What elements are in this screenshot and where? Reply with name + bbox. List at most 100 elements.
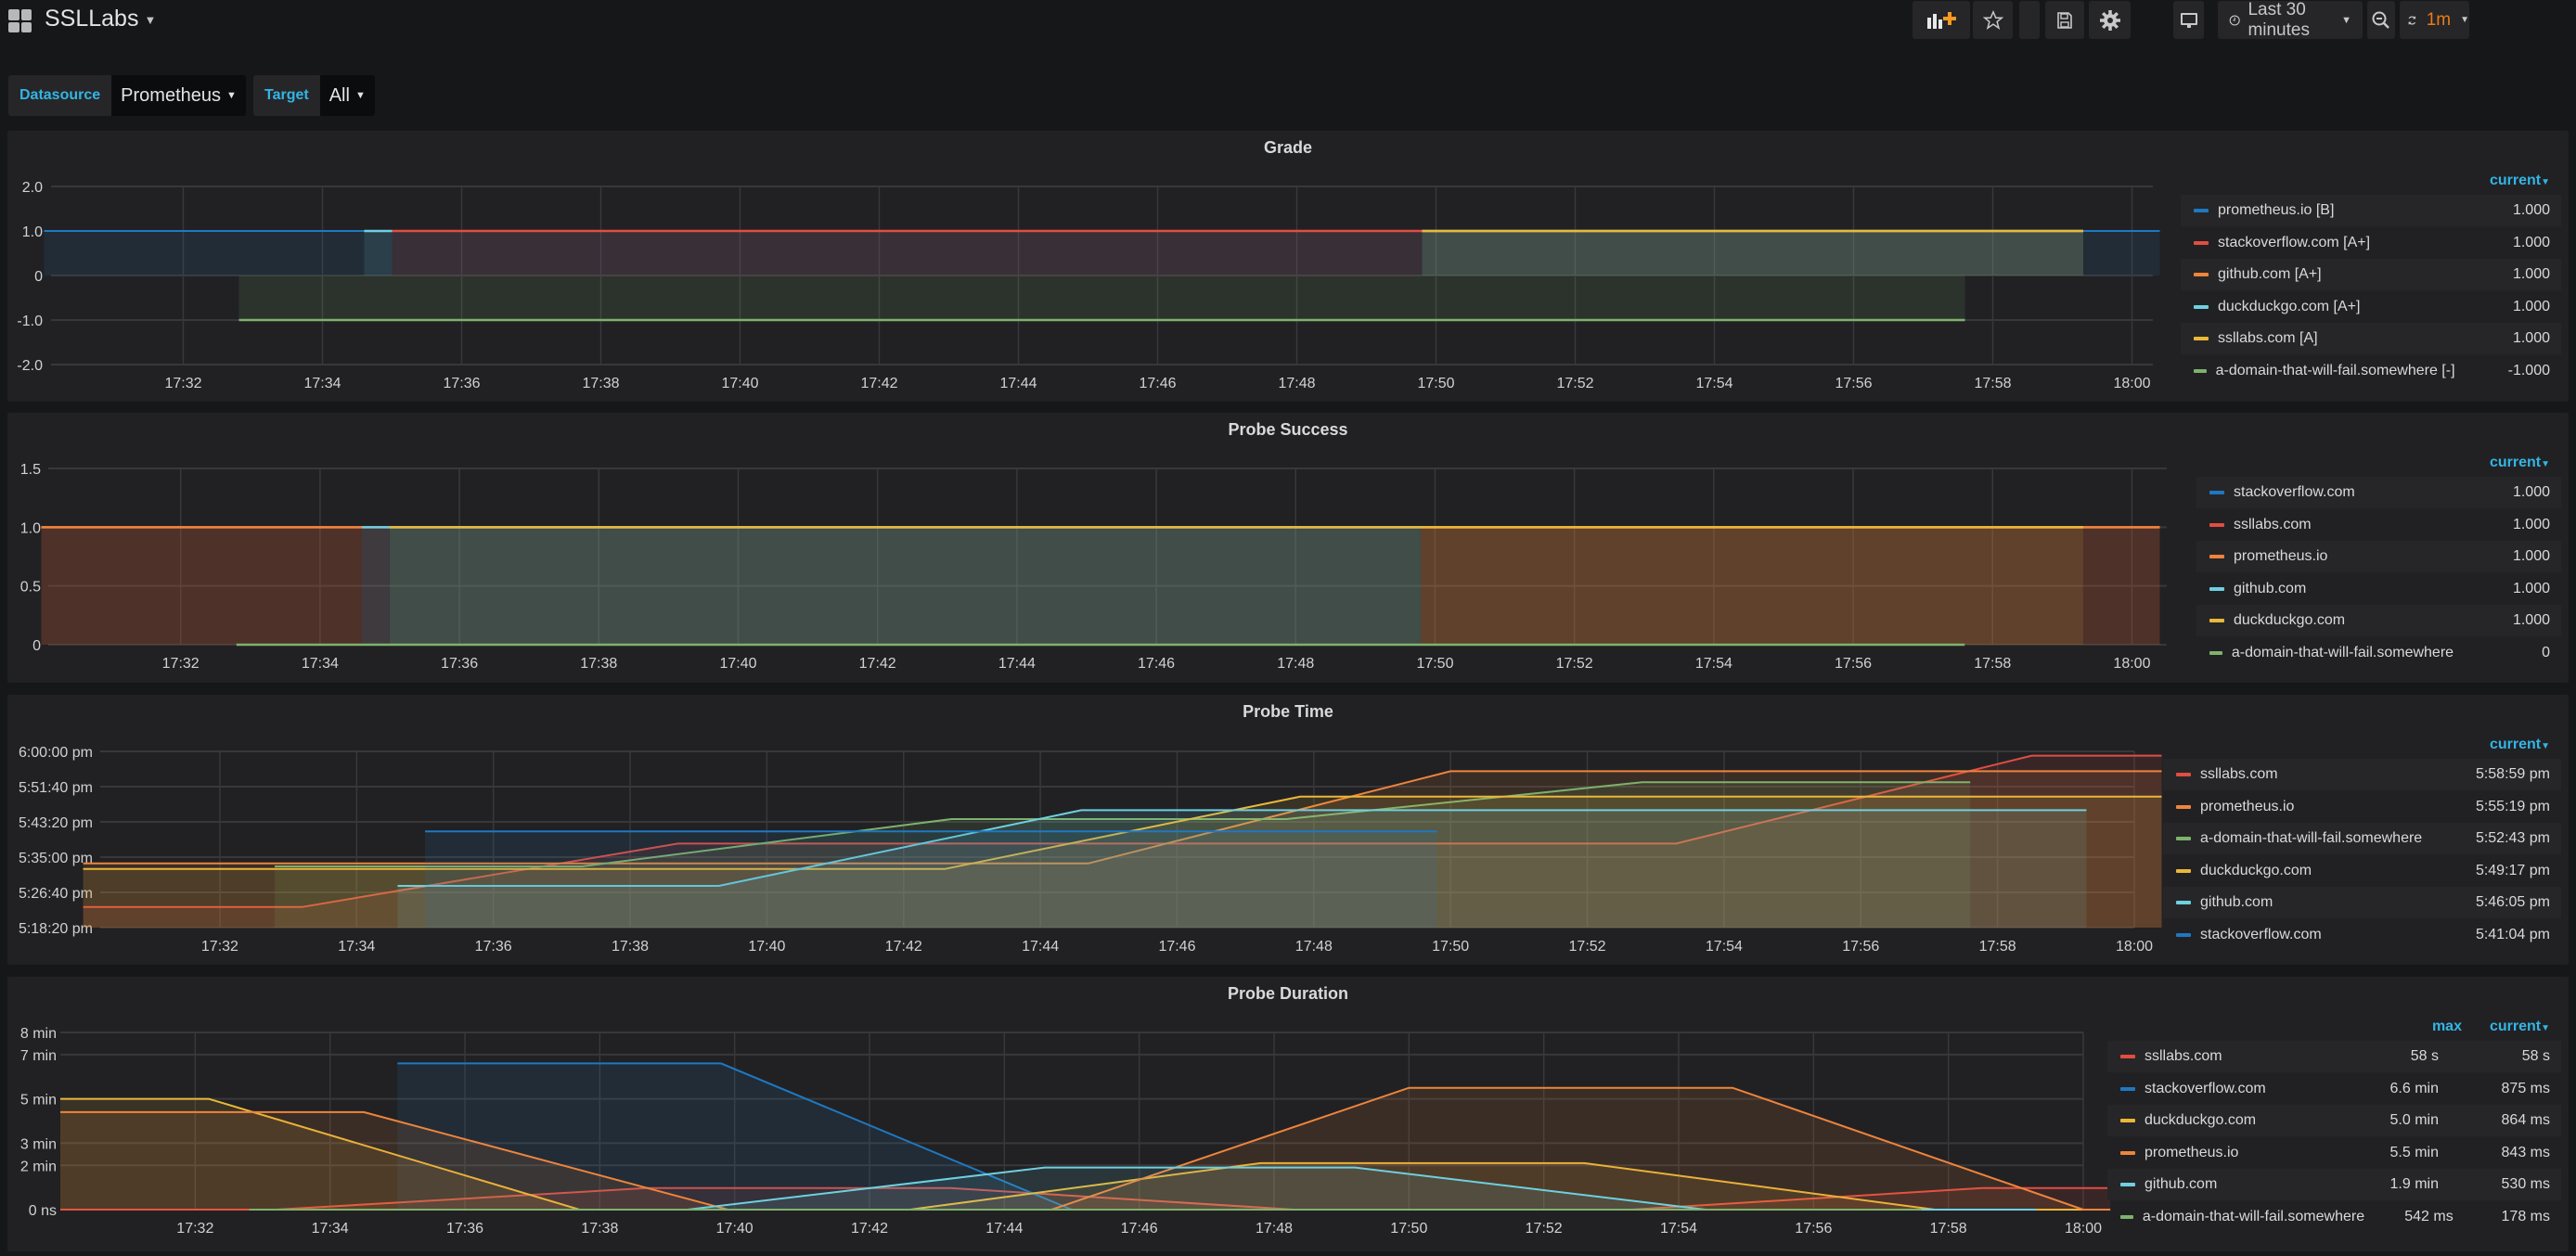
legend-sort-current[interactable]: current▼ xyxy=(2490,173,2550,189)
legend-item[interactable]: duckduckgo.com [A+] 1.000 xyxy=(2181,291,2561,323)
legend-item[interactable]: duckduckgo.com 5:49:17 pm xyxy=(2163,855,2561,887)
legend-color-swatch[interactable] xyxy=(2176,773,2191,776)
legend-color-swatch[interactable] xyxy=(2176,901,2191,904)
legend-series-name[interactable]: a-domain-that-will-fail.somewhere [-] xyxy=(2216,363,2455,379)
legend-sort-current[interactable]: current▼ xyxy=(2490,1019,2550,1035)
legend-color-swatch[interactable] xyxy=(2209,555,2224,558)
legend-item[interactable]: a-domain-that-will-fail.somewhere [-] -1.… xyxy=(2181,355,2561,387)
legend-color-swatch[interactable] xyxy=(2120,1119,2135,1122)
legend-item[interactable]: ssllabs.com [A] 1.000 xyxy=(2181,323,2561,354)
legend-series-name[interactable]: github.com [A+] xyxy=(2218,266,2439,283)
legend-series-name[interactable]: a-domain-that-will-fail.somewhere xyxy=(2232,645,2454,661)
legend-series-name[interactable]: a-domain-that-will-fail.somewhere xyxy=(2200,830,2439,847)
legend-color-swatch[interactable] xyxy=(2120,1183,2135,1186)
legend: max current▼ ssllabs.com 58 s 58 s stackoverf… xyxy=(2107,1019,2561,1243)
share-button[interactable] xyxy=(2019,1,2040,39)
legend-color-swatch[interactable] xyxy=(2120,1150,2135,1155)
series-area xyxy=(389,527,2083,645)
legend-sort-current[interactable]: current▼ xyxy=(2490,737,2550,753)
legend-item[interactable]: prometheus.io 1.000 xyxy=(2196,541,2561,572)
legend-series-name[interactable]: prometheus.io [B] xyxy=(2218,202,2439,219)
legend-color-swatch[interactable] xyxy=(2209,650,2222,655)
legend-series-name[interactable]: stackoverflow.com xyxy=(2200,927,2439,943)
dashboard-title[interactable]: SSLLabs ▼ xyxy=(45,6,156,32)
legend-color-swatch[interactable] xyxy=(2194,209,2209,212)
legend-series-name[interactable]: ssllabs.com xyxy=(2145,1048,2337,1065)
legend-color-swatch[interactable] xyxy=(2194,304,2209,309)
legend-item[interactable]: ssllabs.com 5:58:59 pm xyxy=(2163,759,2561,790)
time-range-picker[interactable]: Last 30 minutes ▼ xyxy=(2218,0,2363,40)
legend-series-name[interactable]: ssllabs.com xyxy=(2200,766,2439,783)
legend-item[interactable]: github.com 1.9 min 530 ms xyxy=(2107,1169,2561,1200)
legend-series-name[interactable]: duckduckgo.com xyxy=(2200,863,2439,879)
legend-item[interactable]: a-domain-that-will-fail.somewhere 0 xyxy=(2196,637,2561,669)
legend-item[interactable]: a-domain-that-will-fail.somewhere 542 ms 1… xyxy=(2107,1201,2561,1233)
legend-item[interactable]: prometheus.io 5:55:19 pm xyxy=(2163,791,2561,823)
legend-color-swatch[interactable] xyxy=(2209,619,2224,622)
legend-series-name[interactable]: a-domain-that-will-fail.somewhere xyxy=(2143,1209,2364,1225)
legend-item[interactable]: ssllabs.com 58 s 58 s xyxy=(2107,1041,2561,1072)
legend-color-swatch[interactable] xyxy=(2209,491,2224,494)
datasource-select[interactable]: Prometheus ▼ xyxy=(111,75,246,116)
legend-sort-max[interactable]: max xyxy=(2432,1019,2462,1035)
legend-series-name[interactable]: ssllabs.com xyxy=(2234,517,2439,533)
y-tick-label: 2 min xyxy=(20,1159,57,1174)
legend-series-name[interactable]: duckduckgo.com [A+] xyxy=(2218,299,2439,315)
legend-color-swatch[interactable] xyxy=(2209,586,2224,591)
legend-item[interactable]: ssllabs.com 1.000 xyxy=(2196,509,2561,541)
legend-color-swatch[interactable] xyxy=(2120,1055,2135,1058)
legend-series-name[interactable]: stackoverflow.com xyxy=(2145,1081,2337,1097)
legend-series-name[interactable]: stackoverflow.com [A+] xyxy=(2218,235,2439,251)
legend-color-swatch[interactable] xyxy=(2194,240,2209,245)
legend-item[interactable]: duckduckgo.com 1.000 xyxy=(2196,605,2561,636)
legend-item[interactable]: prometheus.io 5.5 min 843 ms xyxy=(2107,1137,2561,1169)
legend-item[interactable]: stackoverflow.com 1.000 xyxy=(2196,477,2561,508)
save-button[interactable] xyxy=(2045,1,2084,39)
legend-series-name[interactable]: github.com xyxy=(2234,581,2439,597)
legend-series-name[interactable]: ssllabs.com [A] xyxy=(2218,330,2439,347)
legend-color-swatch[interactable] xyxy=(2194,368,2207,373)
x-tick-label: 17:44 xyxy=(999,376,1037,391)
legend-current-value: 5:52:43 pm xyxy=(2475,830,2550,846)
legend-series-name[interactable]: stackoverflow.com xyxy=(2234,484,2439,501)
legend-series-name[interactable]: github.com xyxy=(2200,894,2439,911)
star-button[interactable] xyxy=(1973,1,2013,39)
legend-item[interactable]: github.com 1.000 xyxy=(2196,573,2561,605)
legend-series-name[interactable]: prometheus.io xyxy=(2200,799,2439,815)
legend-item[interactable]: stackoverflow.com [A+] 1.000 xyxy=(2181,227,2561,259)
refresh-picker[interactable]: 1m ▼ xyxy=(2400,1,2469,39)
legend-series-name[interactable]: prometheus.io xyxy=(2145,1145,2337,1161)
x-tick-label: 17:44 xyxy=(998,656,1036,672)
legend-color-swatch[interactable] xyxy=(2176,804,2191,809)
legend-series-name[interactable]: prometheus.io xyxy=(2234,548,2439,565)
legend-item[interactable]: github.com [A+] 1.000 xyxy=(2181,259,2561,290)
legend-item[interactable]: duckduckgo.com 5.0 min 864 ms xyxy=(2107,1105,2561,1136)
legend-color-swatch[interactable] xyxy=(2120,1214,2133,1219)
add-panel-button[interactable] xyxy=(1913,1,1970,39)
legend-item[interactable]: github.com 5:46:05 pm xyxy=(2163,887,2561,918)
legend-color-swatch[interactable] xyxy=(2176,837,2191,840)
settings-button[interactable] xyxy=(2089,1,2131,39)
legend-color-swatch[interactable] xyxy=(2209,522,2224,527)
legend-sort-current[interactable]: current▼ xyxy=(2490,455,2550,471)
legend-item[interactable]: stackoverflow.com 5:41:04 pm xyxy=(2163,919,2561,951)
zoom-out-button[interactable] xyxy=(2367,1,2395,39)
legend-series-name[interactable]: duckduckgo.com xyxy=(2145,1112,2337,1129)
target-select[interactable]: All ▼ xyxy=(319,75,375,116)
legend-item[interactable]: a-domain-that-will-fail.somewhere 5:52:43… xyxy=(2163,823,2561,854)
legend-color-swatch[interactable] xyxy=(2194,337,2209,340)
clock-icon xyxy=(2229,14,2240,26)
legend-series-name[interactable]: github.com xyxy=(2145,1176,2337,1193)
legend-color-swatch[interactable] xyxy=(2176,868,2191,873)
legend-item[interactable]: stackoverflow.com 6.6 min 875 ms xyxy=(2107,1073,2561,1105)
caret-down-icon: ▼ xyxy=(2541,1023,2550,1033)
legend-item[interactable]: prometheus.io [B] 1.000 xyxy=(2181,195,2561,226)
legend-series-name[interactable]: duckduckgo.com xyxy=(2234,612,2439,629)
y-tick-label: 0 ns xyxy=(29,1203,57,1219)
view-mode-button[interactable] xyxy=(2173,1,2204,39)
legend-current-value: 864 ms xyxy=(2501,1112,2550,1128)
legend-color-swatch[interactable] xyxy=(2120,1086,2135,1091)
legend-color-swatch[interactable] xyxy=(2176,932,2191,937)
dashboard-grid-icon[interactable] xyxy=(8,9,32,32)
legend-color-swatch[interactable] xyxy=(2194,273,2209,276)
